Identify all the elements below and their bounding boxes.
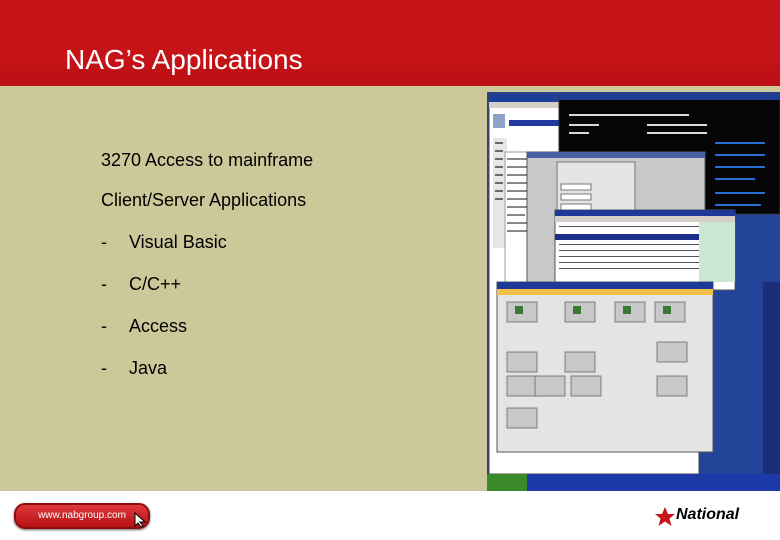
national-logo-text: National xyxy=(676,506,740,523)
bullet-dash: - xyxy=(101,274,107,294)
bullet-access: Access xyxy=(129,316,188,336)
bullet-dash: - xyxy=(101,358,107,378)
bullet-cpp: C/C++ xyxy=(129,274,182,294)
bullet-mainframe: 3270 Access to mainframe xyxy=(101,150,314,170)
page-title: NAG’s Applications xyxy=(65,44,303,75)
bullet-java: Java xyxy=(129,358,168,378)
bullet-client-server: Client/Server Applications xyxy=(101,190,307,210)
bullet-visual-basic: Visual Basic xyxy=(129,232,227,252)
screenshot-collage-image xyxy=(487,92,780,491)
website-link-button[interactable]: www.nabgroup.com xyxy=(14,503,150,529)
bullet-dash: - xyxy=(101,232,107,252)
header-banner: NAG’s Applications xyxy=(0,0,780,86)
application-screenshots-collage xyxy=(487,92,780,491)
bullet-dash: - xyxy=(101,316,107,336)
mouse-cursor-icon xyxy=(134,512,147,528)
